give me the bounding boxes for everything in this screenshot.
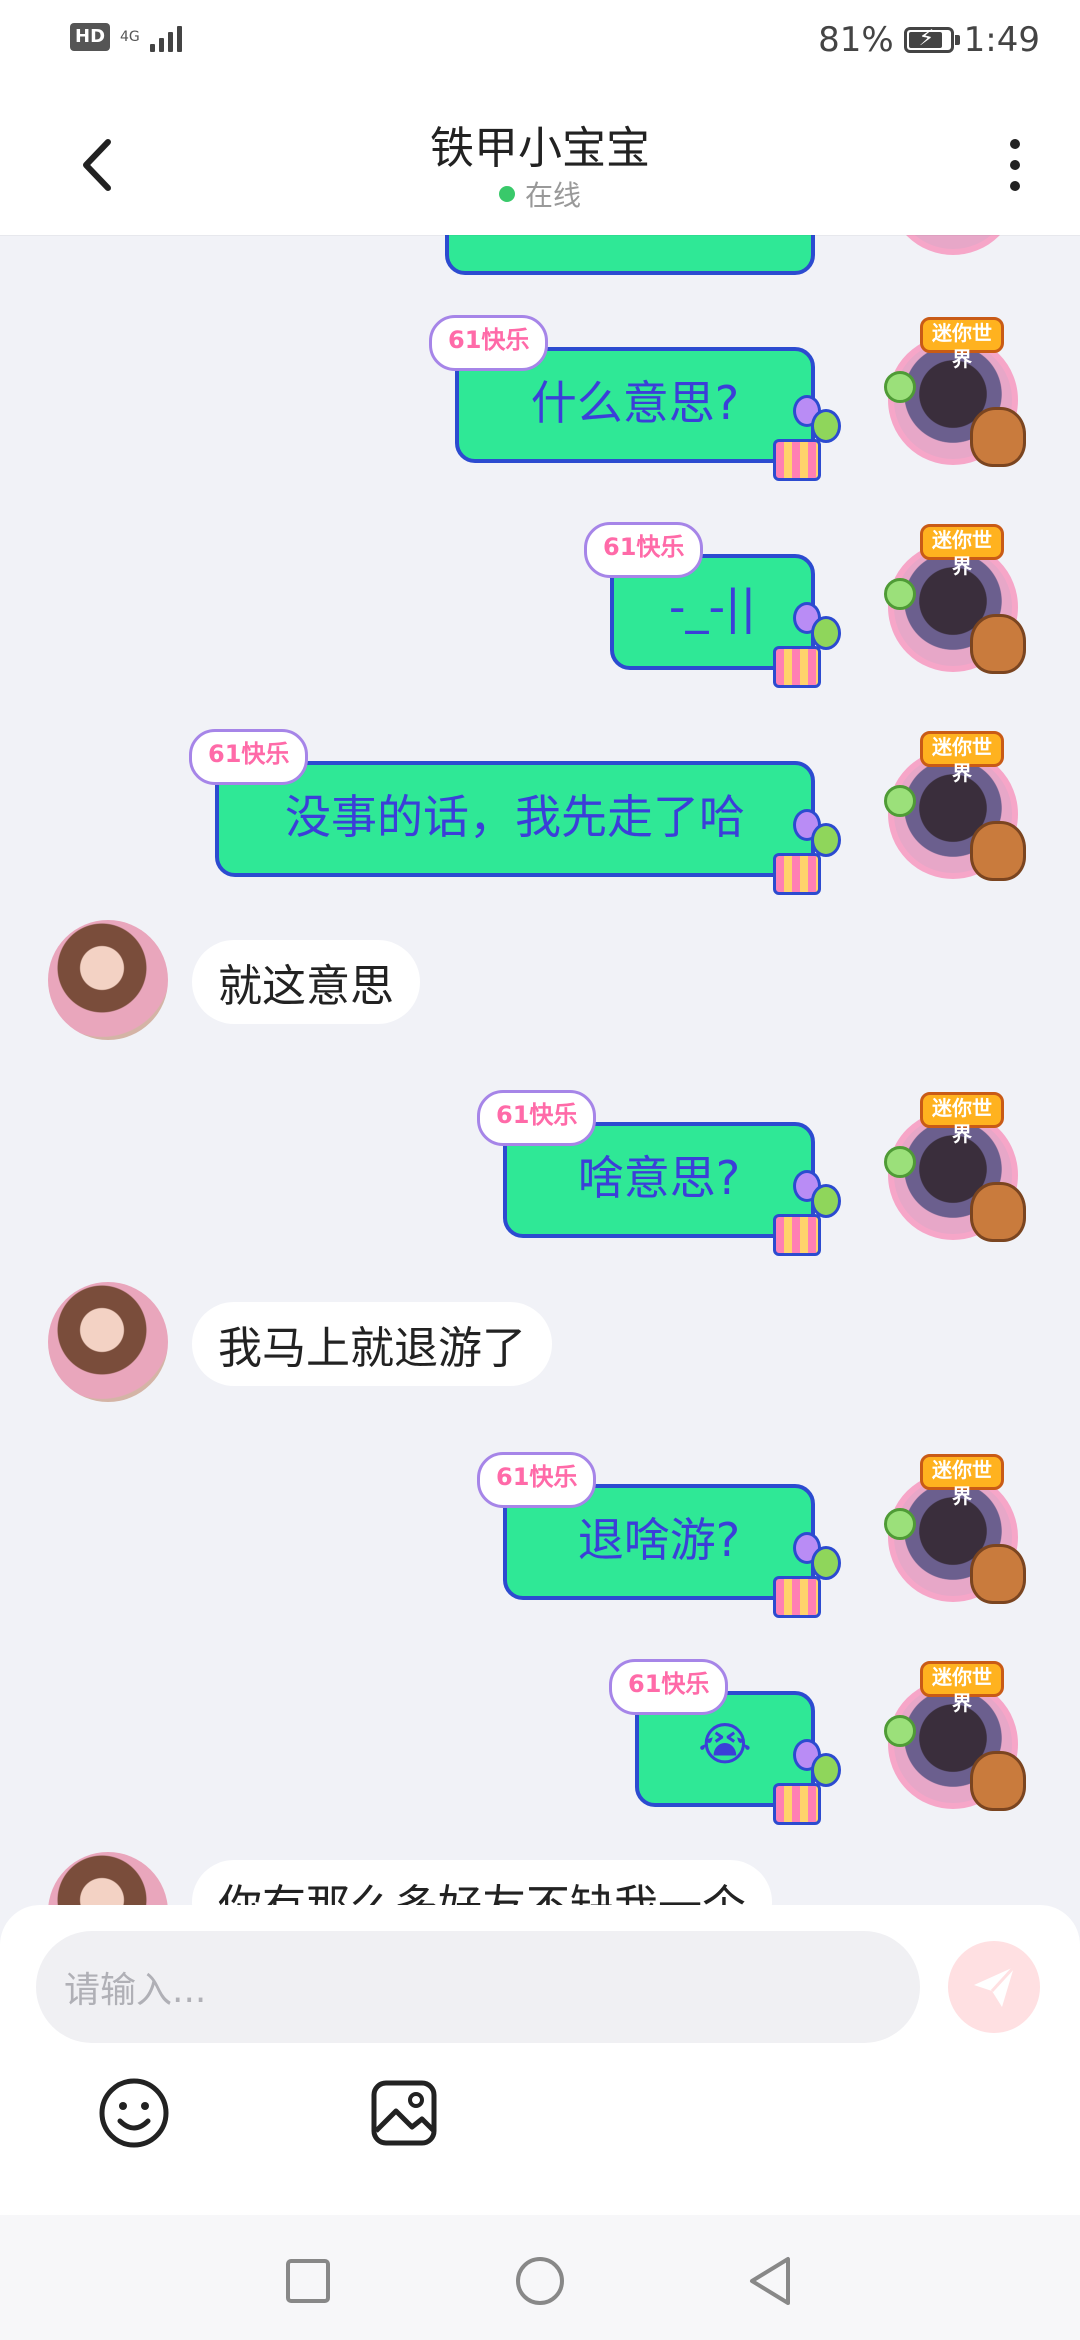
gift-balloon-icon (773, 809, 841, 895)
badge-61: 61快乐 (477, 1090, 597, 1146)
avatar-frame-ghost (884, 1715, 916, 1747)
message-bubble[interactable]: 就这意思 (192, 940, 420, 1024)
avatar-frame-ghost (884, 578, 916, 610)
message-input[interactable]: 请输入... (36, 1931, 920, 2043)
back-nav-icon[interactable] (744, 2253, 800, 2309)
contact-avatar[interactable] (48, 920, 168, 1040)
avatar-frame-bear (970, 1544, 1026, 1604)
online-status: 在线 (0, 174, 1080, 214)
my-avatar[interactable]: 迷你世界 (884, 1092, 1026, 1242)
avatar-frame-ghost (884, 1146, 916, 1178)
gift-balloon-icon (773, 1532, 841, 1618)
avatar-frame-bear (970, 1182, 1026, 1242)
message-emoji: 😭 (698, 1717, 752, 1771)
battery-icon: ⚡ (903, 26, 960, 53)
send-button[interactable] (948, 1941, 1040, 2033)
avatar-frame-crown: 迷你世界 (920, 1092, 1004, 1146)
send-icon (974, 1965, 1016, 2007)
message-row: 61快乐 没事的话，我先走了哈 迷你世界 (0, 729, 1080, 895)
image-icon[interactable] (366, 2075, 442, 2151)
message-composer: 请输入... (0, 1905, 1080, 2215)
online-dot-icon (498, 186, 515, 202)
message-text: 没事的话，我先走了哈 (285, 790, 745, 844)
my-avatar[interactable] (888, 235, 1018, 255)
avatar-frame-ghost (884, 785, 916, 817)
status-right: 81% ⚡ 1:49 (818, 20, 1040, 60)
my-avatar[interactable]: 迷你世界 (884, 1661, 1026, 1811)
input-placeholder: 请输入... (64, 1970, 207, 2011)
message-bubble-partial (445, 235, 815, 275)
message-row: 就这意思 (0, 920, 1080, 1050)
gift-balloon-icon (773, 1739, 841, 1825)
my-avatar[interactable]: 迷你世界 (884, 1454, 1026, 1604)
message-row-partial (0, 235, 1080, 275)
message-text: 什么意思? (530, 376, 740, 430)
message-bubble[interactable]: 61快乐 没事的话，我先走了哈 (189, 729, 841, 895)
message-bubble[interactable]: 61快乐 退啥游? (477, 1452, 841, 1618)
contact-avatar[interactable] (48, 1852, 168, 1910)
message-text: 你有那么多好友不缺我一个 (218, 1881, 746, 1910)
message-text: 就这意思 (218, 961, 394, 1012)
message-row: 61快乐 😭 迷你世界 (0, 1659, 1080, 1825)
avatar-frame-bear (970, 614, 1026, 674)
avatar-frame-ghost (884, 371, 916, 403)
network-type: 4G (120, 29, 140, 45)
battery-percent: 81% (818, 20, 894, 60)
message-bubble[interactable]: 61快乐 😭 (609, 1659, 841, 1825)
message-bubble[interactable]: 61快乐 啥意思? (477, 1090, 841, 1256)
contact-name: 铁甲小宝宝 (430, 123, 650, 174)
avatar-frame-ghost (884, 1508, 916, 1540)
recents-icon[interactable] (280, 2253, 336, 2309)
message-list[interactable]: 61快乐 什么意思? 迷你世界 61快乐 -_-|| 迷你世界 61快乐 没事的… (0, 235, 1080, 1910)
home-icon[interactable] (512, 2253, 568, 2309)
avatar-frame-bear (970, 821, 1026, 881)
online-status-label: 在线 (524, 179, 581, 212)
badge-61: 61快乐 (609, 1659, 729, 1715)
my-avatar[interactable]: 迷你世界 (884, 524, 1026, 674)
message-bubble[interactable]: 61快乐 什么意思? (429, 315, 841, 481)
avatar-frame-bear (970, 407, 1026, 467)
gift-balloon-icon (773, 395, 841, 481)
message-row: 61快乐 啥意思? 迷你世界 (0, 1090, 1080, 1256)
message-row: 你有那么多好友不缺我一个 (0, 1852, 1080, 1910)
status-bar: HD 4G 81% ⚡ 1:49 (0, 0, 1080, 90)
status-left: HD 4G (70, 22, 182, 52)
system-nav-bar (0, 2215, 1080, 2340)
hd-indicator: HD (70, 23, 111, 51)
message-text: 啥意思? (577, 1151, 741, 1205)
contact-avatar[interactable] (48, 1282, 168, 1402)
message-text: -_-|| (668, 580, 757, 634)
message-row: 61快乐 -_-|| 迷你世界 (0, 522, 1080, 688)
message-row: 61快乐 什么意思? 迷你世界 (0, 315, 1080, 481)
badge-61: 61快乐 (429, 315, 549, 371)
avatar-frame-crown: 迷你世界 (920, 731, 1004, 785)
message-text: 我马上就退游了 (218, 1323, 526, 1374)
message-row: 61快乐 退啥游? 迷你世界 (0, 1452, 1080, 1618)
more-options-icon[interactable] (1000, 130, 1030, 200)
signal-icon (149, 22, 182, 52)
message-row: 我马上就退游了 (0, 1282, 1080, 1412)
gift-balloon-icon (773, 1170, 841, 1256)
clock: 1:49 (963, 20, 1040, 60)
message-bubble[interactable]: 61快乐 -_-|| (584, 522, 841, 688)
my-avatar[interactable]: 迷你世界 (884, 317, 1026, 467)
message-bubble[interactable]: 你有那么多好友不缺我一个 (192, 1860, 772, 1910)
avatar-frame-bear (970, 1751, 1026, 1811)
gift-balloon-icon (773, 602, 841, 688)
badge-61: 61快乐 (189, 729, 309, 785)
avatar-frame-crown: 迷你世界 (920, 524, 1004, 578)
chat-header: 铁甲小宝宝 在线 (0, 90, 1080, 235)
emoji-icon[interactable] (96, 2075, 172, 2151)
badge-61: 61快乐 (584, 522, 704, 578)
avatar-frame-crown: 迷你世界 (920, 1661, 1004, 1715)
badge-61: 61快乐 (477, 1452, 597, 1508)
message-bubble[interactable]: 我马上就退游了 (192, 1302, 552, 1386)
message-text: 退啥游? (577, 1513, 741, 1567)
my-avatar[interactable]: 迷你世界 (884, 731, 1026, 881)
avatar-frame-crown: 迷你世界 (920, 317, 1004, 371)
avatar-frame-crown: 迷你世界 (920, 1454, 1004, 1508)
